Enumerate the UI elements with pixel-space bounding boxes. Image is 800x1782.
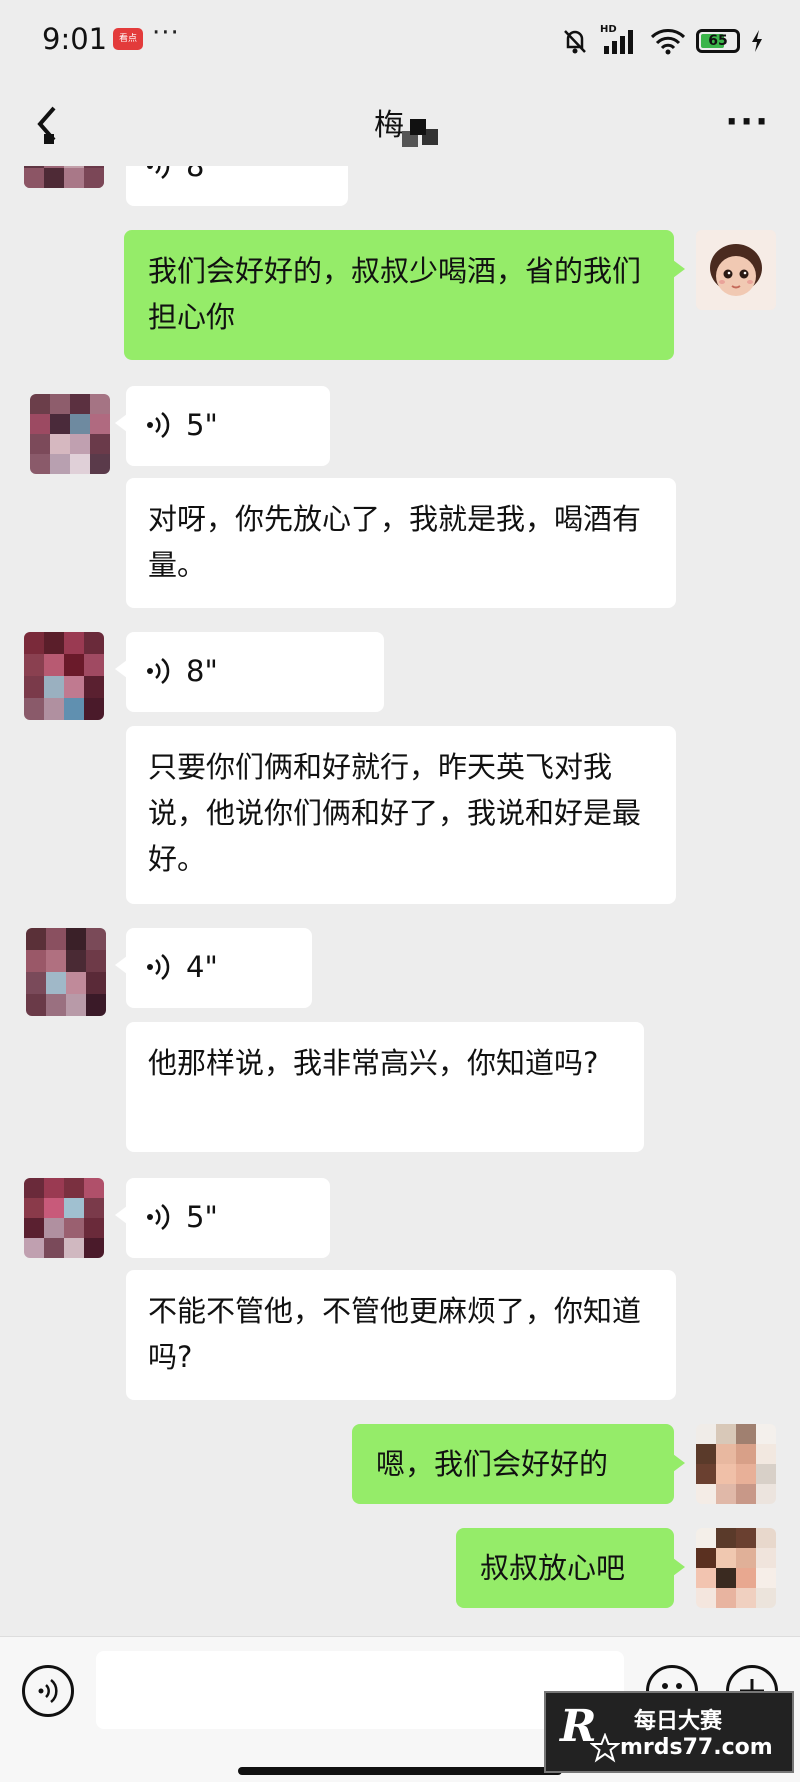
voice-wave-icon (147, 954, 170, 980)
contact-avatar[interactable] (26, 928, 106, 1016)
voice-duration: 5" (186, 408, 218, 442)
voice-message[interactable]: 4" (115, 928, 312, 1008)
home-indicator[interactable] (238, 1767, 562, 1775)
contact-avatar[interactable] (30, 394, 110, 474)
voice-message[interactable]: 8" (126, 166, 348, 206)
contact-avatar[interactable] (24, 1178, 104, 1258)
voice-wave-icon (38, 1679, 58, 1703)
mute-bell-icon (564, 30, 586, 54)
message-text: 只要你们俩和好就行，昨天英飞对我说，他说你们俩和好了，我说和好是最好。 (148, 750, 642, 876)
message-text: 嗯，我们会好好的 (376, 1447, 609, 1481)
wifi-icon (650, 29, 686, 55)
my-text-message[interactable]: 嗯，我们会好好的 (352, 1424, 685, 1504)
voice-message[interactable]: 5" (115, 386, 330, 466)
text-message[interactable]: 只要你们俩和好就行，昨天英飞对我说，他说你们俩和好了，我说和好是最好。 (126, 726, 676, 904)
chat-title-text: 梅 (374, 108, 404, 143)
my-avatar[interactable] (696, 1424, 776, 1504)
voice-duration: 4" (186, 950, 218, 984)
censor-mosaic (410, 118, 426, 135)
status-more-dots: ··· (152, 18, 180, 48)
my-text-message[interactable]: 叔叔放心吧 (456, 1528, 685, 1608)
message-text: 不能不管他，不管他更麻烦了，你知道吗? (148, 1294, 642, 1374)
watermark-url: mrds77.com (620, 1735, 773, 1760)
my-avatar[interactable] (696, 230, 776, 310)
message-text: 叔叔放心吧 (480, 1551, 626, 1585)
voice-input-button[interactable] (22, 1665, 74, 1717)
status-icons: HD 65 (560, 24, 764, 58)
charging-icon (752, 30, 762, 52)
voice-wave-icon (147, 658, 170, 684)
chat-message-list[interactable]: 8" 我们会好好的，叔叔少喝酒，省的我们担心你 5" 对呀，你先放心了，我就是我… (0, 166, 800, 1636)
my-text-message[interactable]: 我们会好好的，叔叔少喝酒，省的我们担心你 (124, 230, 685, 360)
battery-level: 65 (708, 33, 728, 49)
voice-message[interactable]: 8" (115, 632, 384, 712)
voice-wave-icon (147, 412, 170, 438)
voice-duration: 8" (186, 654, 218, 688)
chat-title: 梅 (0, 100, 800, 144)
status-time: 9:01 (42, 22, 108, 56)
voice-duration: 5" (186, 1200, 218, 1234)
site-watermark: R 每日大赛 mrds77.com (544, 1691, 794, 1773)
my-avatar[interactable] (696, 1528, 776, 1608)
message-text: 对呀，你先放心了，我就是我，喝酒有量。 (148, 502, 642, 582)
text-message[interactable]: 他那样说，我非常高兴，你知道吗? (126, 1022, 644, 1152)
text-message[interactable]: 不能不管他，不管他更麻烦了，你知道吗? (126, 1270, 676, 1400)
signal-icon: HD (600, 24, 640, 56)
voice-message[interactable]: 5" (115, 1178, 330, 1258)
star-icon (590, 1733, 620, 1763)
battery-icon: 65 (696, 29, 740, 53)
voice-duration: 8" (186, 166, 218, 183)
app-badge: 看点 (113, 28, 143, 50)
message-text: 他那样说，我非常高兴，你知道吗? (148, 1046, 599, 1080)
contact-avatar[interactable] (24, 166, 104, 188)
more-options-button[interactable]: ··· (725, 102, 770, 142)
status-bar: 9:01 看点 ··· HD 65 (0, 0, 800, 82)
watermark-title: 每日大赛 (634, 1709, 723, 1734)
cartoon-girl-avatar-icon (696, 230, 776, 310)
contact-avatar[interactable] (24, 632, 104, 720)
voice-wave-icon (147, 166, 170, 179)
text-message[interactable]: 对呀，你先放心了，我就是我，喝酒有量。 (126, 478, 676, 608)
network-label: HD (600, 24, 617, 35)
nav-bar: 梅 ··· (0, 82, 800, 166)
message-text: 我们会好好的，叔叔少喝酒，省的我们担心你 (148, 254, 642, 334)
voice-wave-icon (147, 1204, 170, 1230)
